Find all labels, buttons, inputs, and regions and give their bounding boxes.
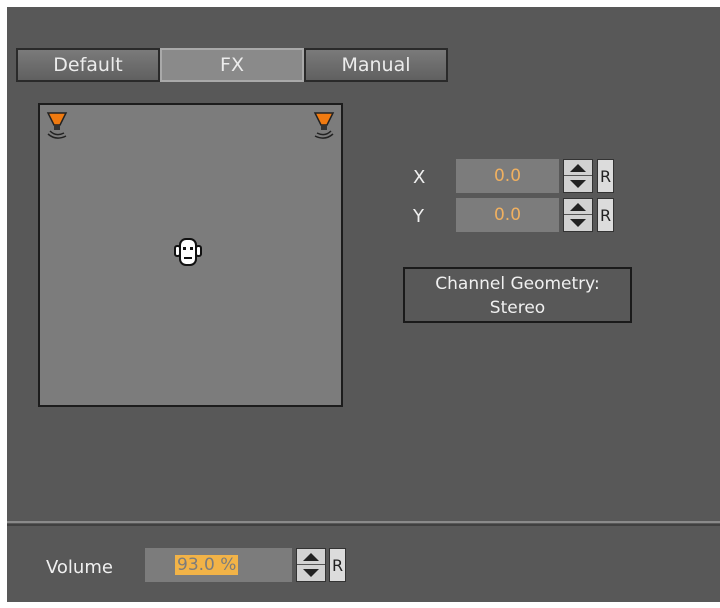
x-value-field[interactable]: 0.0 (456, 159, 559, 193)
channel-geometry-value: Stereo (489, 298, 546, 318)
listener-head-icon[interactable] (172, 236, 204, 270)
section-divider-shadow (7, 524, 720, 526)
y-decrement-button[interactable] (564, 215, 592, 231)
channel-geometry-label: Channel Geometry: (435, 274, 600, 294)
channel-geometry-box: Channel Geometry: Stereo (403, 267, 632, 323)
arrow-down-icon (303, 569, 319, 577)
volume-label: Volume (46, 557, 113, 578)
y-label: Y (413, 206, 424, 227)
arrow-down-icon (570, 180, 586, 188)
volume-increment-button[interactable] (297, 549, 325, 565)
x-label: X (413, 167, 426, 188)
right-speaker-icon[interactable] (305, 109, 337, 141)
x-reset-button[interactable]: R (597, 159, 614, 193)
y-value-field[interactable]: 0.0 (456, 198, 559, 232)
volume-reset-button[interactable]: R (329, 548, 346, 582)
arrow-up-icon (570, 163, 586, 172)
x-decrement-button[interactable] (564, 176, 592, 192)
tab-manual[interactable]: Manual (304, 48, 448, 82)
section-divider (7, 521, 720, 523)
tab-fx[interactable]: FX (160, 48, 304, 82)
volume-value-selected: 93.0 % (175, 555, 239, 575)
tab-default[interactable]: Default (16, 48, 160, 82)
x-spinner[interactable] (563, 159, 593, 193)
y-spinner[interactable] (563, 198, 593, 232)
x-increment-button[interactable] (564, 160, 592, 176)
volume-decrement-button[interactable] (297, 565, 325, 581)
y-increment-button[interactable] (564, 199, 592, 215)
volume-field[interactable]: 93.0 % (145, 548, 292, 582)
volume-spinner[interactable] (296, 548, 326, 582)
arrow-up-icon (570, 202, 586, 211)
left-speaker-icon[interactable] (44, 109, 76, 141)
y-reset-button[interactable]: R (597, 198, 614, 232)
surround-pan-area[interactable] (38, 103, 343, 407)
arrow-down-icon (570, 219, 586, 227)
arrow-up-icon (303, 552, 319, 561)
